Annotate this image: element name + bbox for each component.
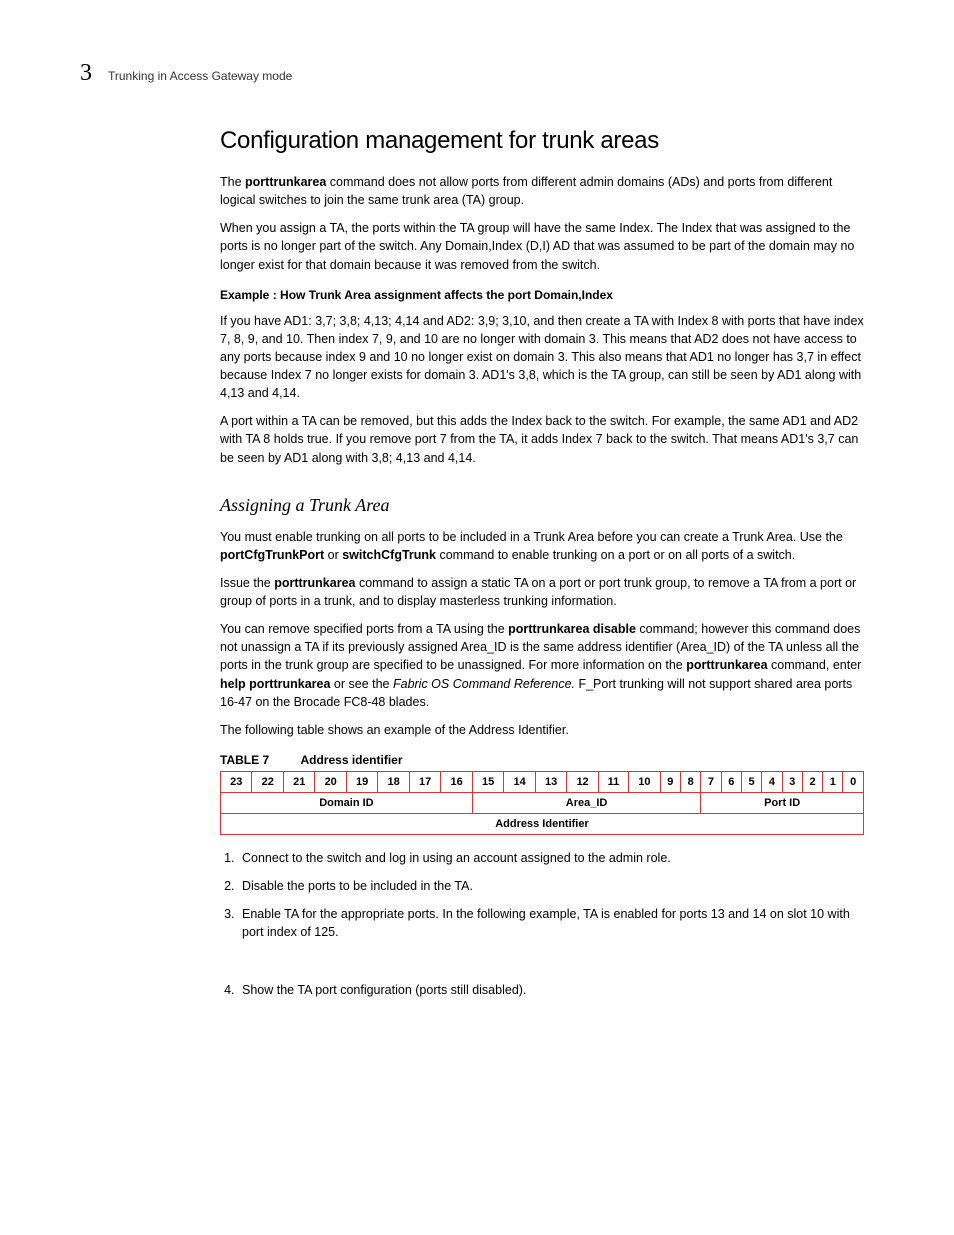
bit-cell: 14: [504, 771, 535, 792]
section-title: Configuration management for trunk areas: [220, 127, 864, 155]
bit-cell: 10: [629, 771, 660, 792]
bit-cell: 23: [221, 771, 252, 792]
paragraph: You must enable trunking on all ports to…: [220, 528, 864, 564]
address-identifier-table: 23 22 21 20 19 18 17 16 15 14 13 12 11 1…: [220, 771, 864, 835]
paragraph: If you have AD1: 3,7; 3,8; 4,13; 4,14 an…: [220, 312, 864, 403]
list-item: Disable the ports to be included in the …: [238, 877, 864, 895]
text: or: [324, 548, 342, 562]
list-item: Show the TA port configuration (ports st…: [238, 981, 864, 999]
bit-cell: 3: [782, 771, 802, 792]
command-name: porttrunkarea: [686, 658, 767, 672]
bit-cell: 21: [283, 771, 314, 792]
paragraph: Issue the porttrunkarea command to assig…: [220, 574, 864, 610]
list-item: Enable TA for the appropriate ports. In …: [238, 905, 864, 941]
table-caption: TABLE 7 Address identifier: [220, 753, 864, 767]
text: You must enable trunking on all ports to…: [220, 530, 843, 544]
bit-cell: 6: [721, 771, 741, 792]
bit-cell: 15: [472, 771, 503, 792]
bit-cell: 9: [660, 771, 680, 792]
bit-cell: 19: [346, 771, 377, 792]
bit-cell: 18: [378, 771, 409, 792]
example-heading: Example : How Trunk Area assignment affe…: [220, 288, 864, 302]
bit-cell: 17: [409, 771, 440, 792]
bit-cell: 7: [701, 771, 721, 792]
bit-cell: 5: [741, 771, 761, 792]
text: command to enable trunking on a port or …: [436, 548, 795, 562]
bit-cell: 1: [823, 771, 843, 792]
paragraph: The porttrunkarea command does not allow…: [220, 173, 864, 209]
domain-id-cell: Domain ID: [221, 792, 473, 813]
bit-cell: 4: [762, 771, 782, 792]
command-name: help porttrunkarea: [220, 677, 330, 691]
port-id-cell: Port ID: [701, 792, 864, 813]
reference-title: Fabric OS Command Reference.: [393, 677, 575, 691]
address-identifier-cell: Address Identifier: [221, 813, 864, 834]
text: You can remove specified ports from a TA…: [220, 622, 508, 636]
bit-cell: 0: [843, 771, 864, 792]
bit-cell: 16: [441, 771, 472, 792]
page-header: 3 Trunking in Access Gateway mode: [80, 60, 874, 87]
bit-cell: 13: [535, 771, 566, 792]
procedure-steps: Connect to the switch and log in using a…: [220, 849, 864, 1000]
table-title: Address identifier: [300, 753, 402, 767]
list-item: Connect to the switch and log in using a…: [238, 849, 864, 867]
table-row: 23 22 21 20 19 18 17 16 15 14 13 12 11 1…: [221, 771, 864, 792]
paragraph: A port within a TA can be removed, but t…: [220, 412, 864, 466]
text: command, enter: [768, 658, 862, 672]
bit-cell: 11: [598, 771, 628, 792]
subsection-title: Assigning a Trunk Area: [220, 495, 864, 516]
table-label: TABLE 7: [220, 753, 269, 767]
command-name: porttrunkarea: [245, 175, 326, 189]
table-row: Domain ID Area_ID Port ID: [221, 792, 864, 813]
command-name: switchCfgTrunk: [342, 548, 436, 562]
page: 3 Trunking in Access Gateway mode Config…: [0, 0, 954, 1074]
area-id-cell: Area_ID: [472, 792, 700, 813]
chapter-number: 3: [80, 60, 92, 87]
running-head: Trunking in Access Gateway mode: [108, 69, 292, 83]
command-name: porttrunkarea: [274, 576, 355, 590]
command-name: portCfgTrunkPort: [220, 548, 324, 562]
text: Issue the: [220, 576, 274, 590]
bit-cell: 22: [252, 771, 283, 792]
bit-cell: 20: [315, 771, 346, 792]
content-area: Configuration management for trunk areas…: [220, 127, 864, 1000]
command-name: porttrunkarea disable: [508, 622, 636, 636]
paragraph: When you assign a TA, the ports within t…: [220, 219, 864, 273]
bit-cell: 2: [802, 771, 822, 792]
bit-cell: 12: [567, 771, 598, 792]
table-row: Address Identifier: [221, 813, 864, 834]
paragraph: The following table shows an example of …: [220, 721, 864, 739]
paragraph: You can remove specified ports from a TA…: [220, 620, 864, 711]
text: The: [220, 175, 245, 189]
bit-cell: 8: [680, 771, 700, 792]
text: or see the: [330, 677, 393, 691]
